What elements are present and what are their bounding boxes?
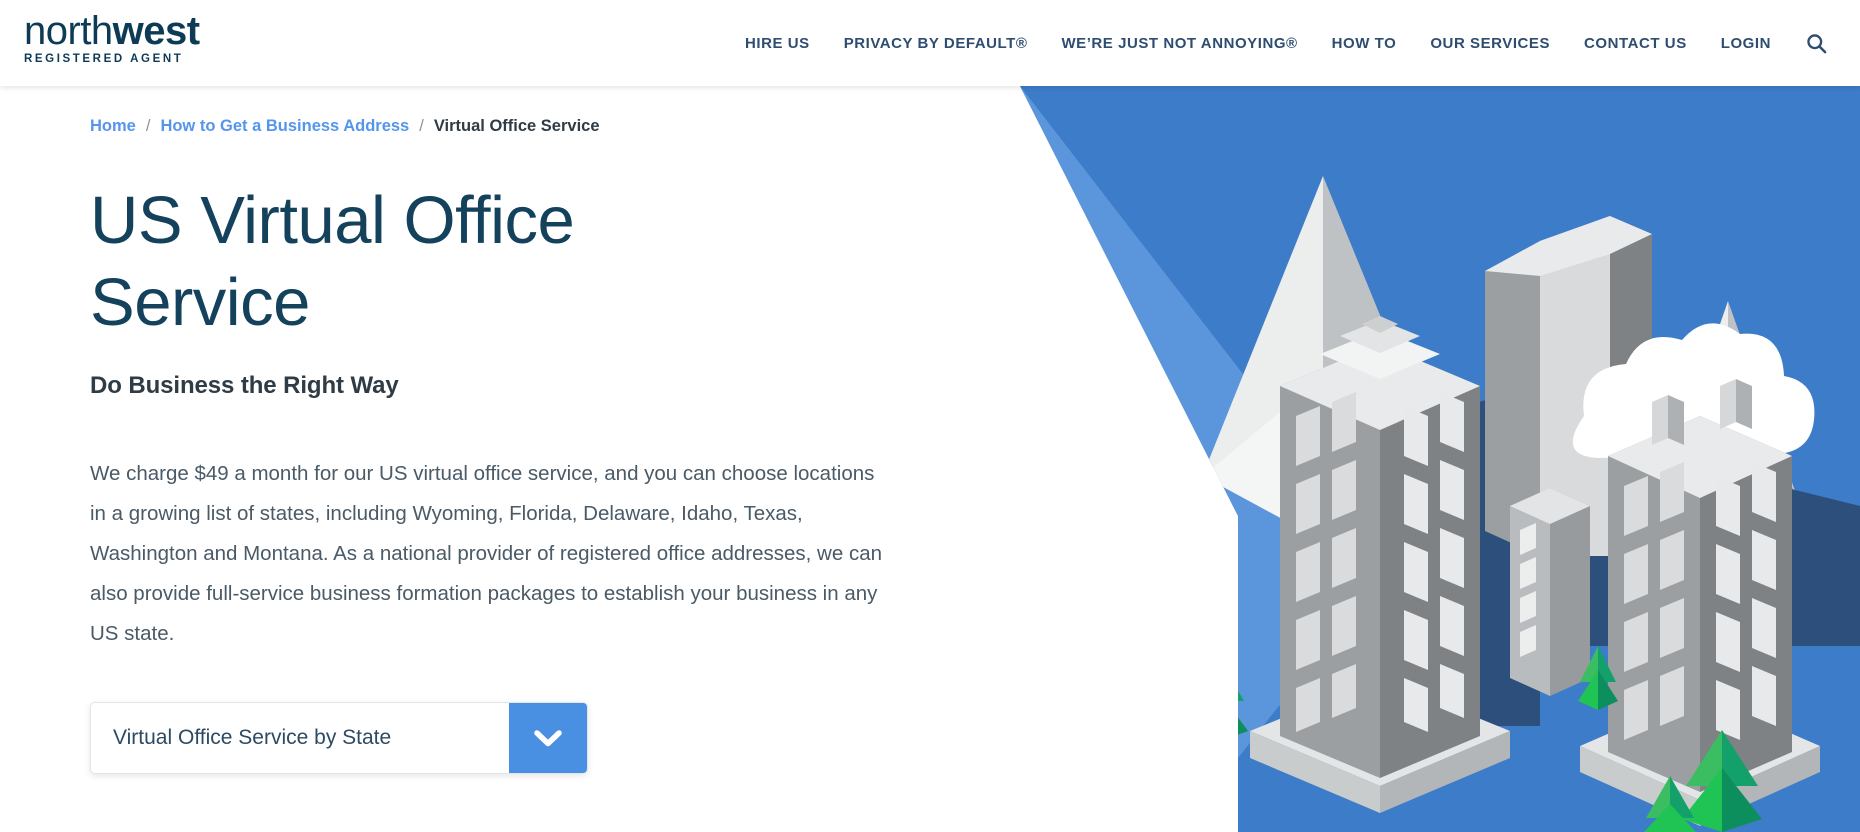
- state-dropdown-toggle-button[interactable]: [509, 703, 587, 773]
- page-root: northwest REGISTERED AGENT HIRE US PRIVA…: [0, 0, 1860, 832]
- tree-small-left: [1150, 704, 1170, 741]
- tree-small-left-base: [1148, 728, 1170, 774]
- state-dropdown[interactable]: Virtual Office Service by State: [90, 702, 588, 774]
- search-button[interactable]: [1794, 21, 1838, 65]
- tree-big-right-base: [1142, 686, 1186, 751]
- nav-item-our-services[interactable]: OUR SERVICES: [1413, 25, 1567, 62]
- nav-item-how-to[interactable]: HOW TO: [1315, 25, 1414, 62]
- isometric-city-mountains-illustration: [1020, 86, 1860, 832]
- rooftop-stack-b: [1720, 379, 1736, 429]
- intro-paragraph: We charge $49 a month for our US virtual…: [90, 462, 883, 645]
- logo-subtitle: REGISTERED AGENT: [24, 53, 184, 65]
- skyscraper-narrow: [1510, 488, 1590, 696]
- state-dropdown-label: Virtual Office Service by State: [113, 726, 392, 749]
- tree-big-right-top: [1142, 604, 1184, 671]
- breadcrumb-item-how-to-get-a-business-address[interactable]: How to Get a Business Address: [160, 116, 409, 136]
- tree-big-right-mid: [1142, 646, 1194, 711]
- nav-item-were-just-not-annoying[interactable]: WE’RE JUST NOT ANNOYING®: [1044, 25, 1314, 62]
- tree-med-left: [1180, 646, 1212, 701]
- tree-big-left-top: [1100, 604, 1142, 671]
- nav-item-login[interactable]: LOGIN: [1704, 25, 1788, 62]
- breadcrumb-item-current: Virtual Office Service: [433, 117, 600, 135]
- rooftop-stack-a2: [1668, 395, 1684, 445]
- hero-illustration: [980, 86, 1860, 832]
- nav-item-hire-us[interactable]: HIRE US: [728, 25, 827, 62]
- site-header: northwest REGISTERED AGENT HIRE US PRIVA…: [0, 0, 1860, 86]
- site-logo[interactable]: northwest REGISTERED AGENT: [24, 10, 264, 65]
- breadcrumb-separator-2: /: [419, 117, 424, 135]
- page-title: US Virtual Office Service: [90, 183, 575, 340]
- tree-cluster-left: [1090, 604, 1248, 774]
- page-subtitle: Do Business the Right Way: [90, 372, 399, 399]
- tree-small-right-base: [1170, 728, 1192, 774]
- main-content: Home / How to Get a Business Address / V…: [0, 86, 1080, 774]
- main-navigation: HIRE US PRIVACY BY DEFAULT® WE’RE JUST N…: [728, 0, 1842, 86]
- logo-word-light: north: [24, 9, 113, 53]
- hero-wedge-accent: [1075, 516, 1220, 686]
- skyscraper-main: [1250, 316, 1510, 813]
- tree-big-left-mid: [1090, 646, 1142, 711]
- tree-big-left-base: [1098, 686, 1142, 751]
- breadcrumb-separator-1: /: [145, 117, 151, 135]
- logo-word-bold: west: [112, 9, 200, 53]
- logo-wordmark: northwest: [24, 10, 264, 52]
- nav-item-privacy-by-default[interactable]: PRIVACY BY DEFAULT®: [827, 25, 1045, 62]
- rooftop-stack-a: [1652, 395, 1668, 445]
- nav-item-contact-us[interactable]: CONTACT US: [1567, 25, 1704, 62]
- breadcrumb-item-home[interactable]: Home: [90, 116, 136, 136]
- breadcrumb: Home / How to Get a Business Address / V…: [90, 116, 1080, 136]
- tree-small-right: [1170, 704, 1190, 741]
- rooftop-stack-b2: [1736, 379, 1752, 429]
- search-icon: [1806, 33, 1826, 53]
- chevron-down-icon: [534, 729, 562, 746]
- tree-med-left-base: [1176, 682, 1212, 744]
